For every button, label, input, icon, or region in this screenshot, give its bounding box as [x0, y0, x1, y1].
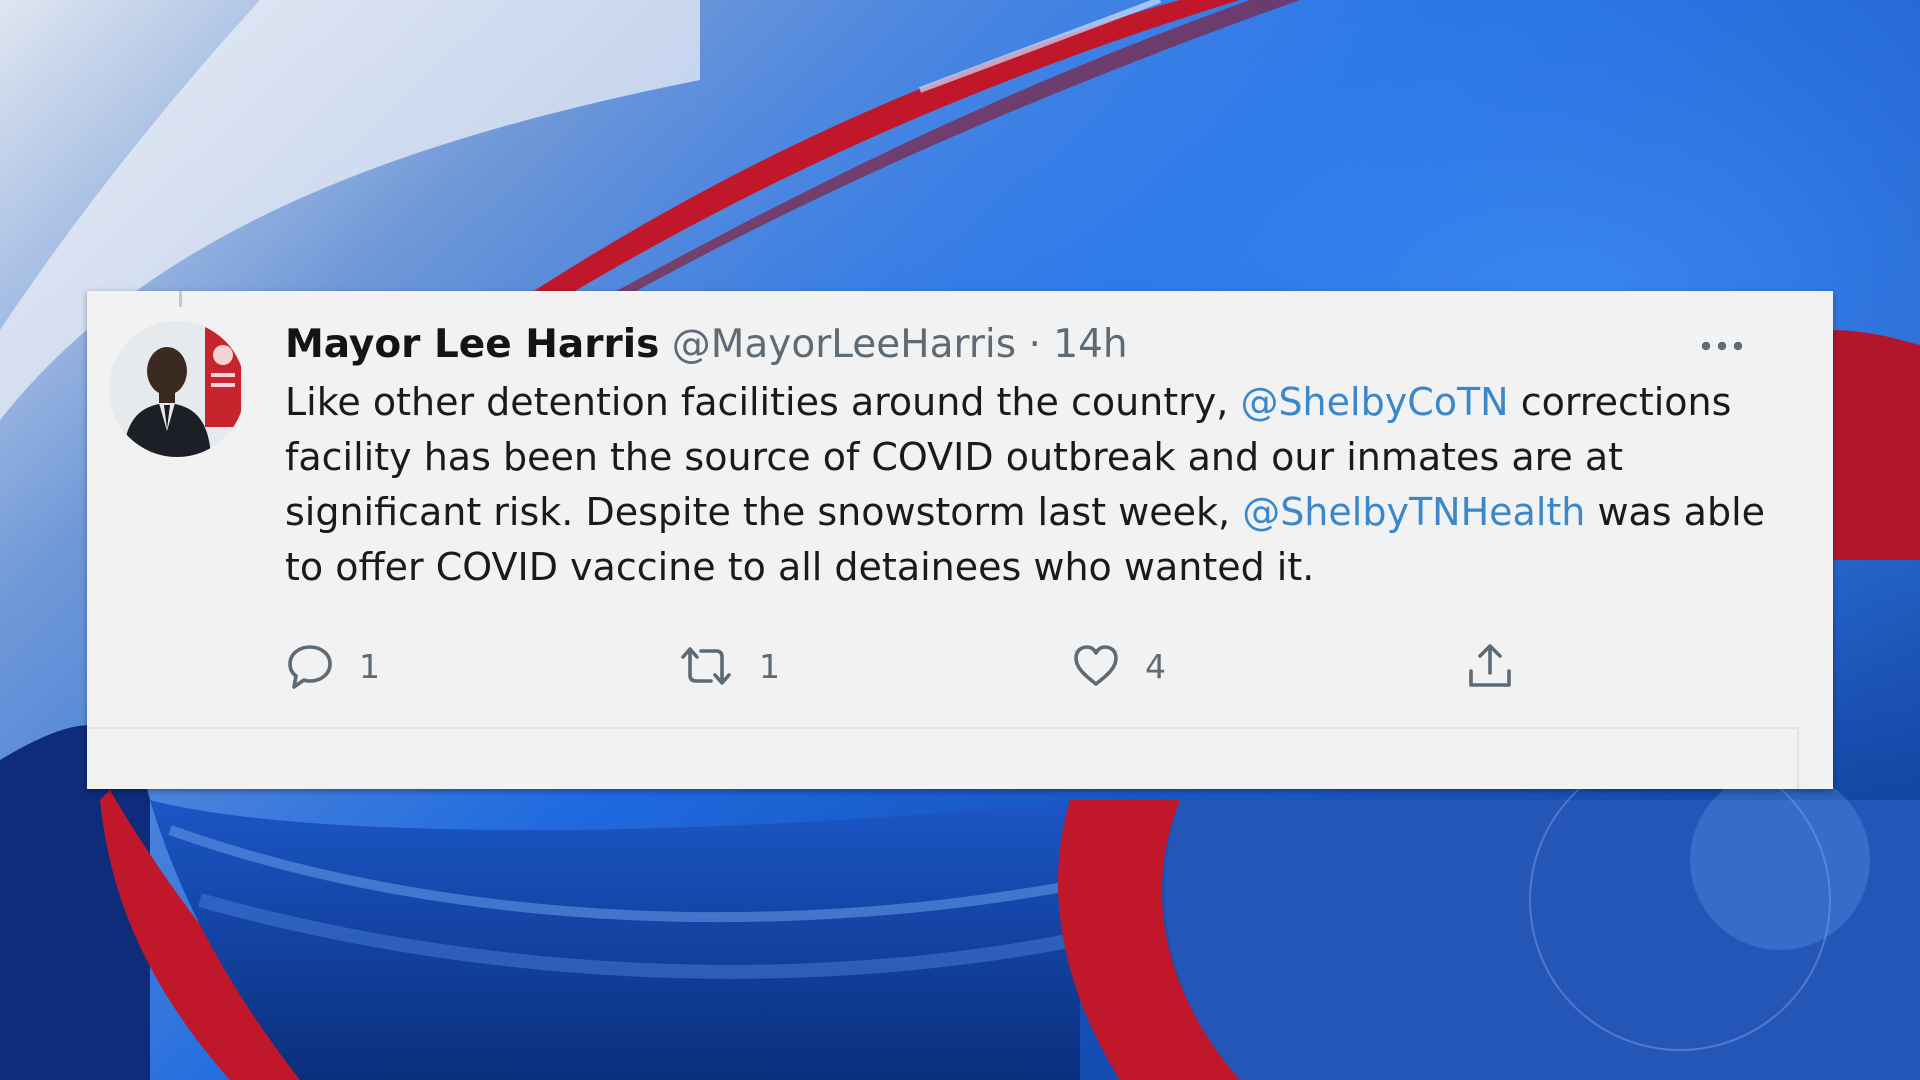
mention-link[interactable]: @ShelbyTNHealth	[1242, 490, 1585, 534]
timestamp[interactable]: 14h	[1053, 322, 1127, 367]
share-button[interactable]	[1465, 636, 1515, 696]
display-name[interactable]: Mayor Lee Harris	[285, 322, 659, 367]
reply-button[interactable]: 1	[285, 636, 380, 696]
card-divider	[87, 727, 1797, 729]
share-icon	[1465, 641, 1515, 691]
heart-icon	[1071, 641, 1121, 691]
tweet-text: Like other detention facilities around t…	[285, 375, 1785, 595]
reply-count: 1	[359, 646, 380, 686]
separator-dot: ·	[1028, 322, 1041, 367]
avatar[interactable]	[109, 321, 245, 457]
retweet-button[interactable]: 1	[677, 636, 780, 696]
mention-link[interactable]: @ShelbyCoTN	[1240, 380, 1508, 424]
card-edge-tick	[179, 291, 182, 307]
more-horizontal-icon	[1697, 331, 1747, 361]
like-button[interactable]: 4	[1071, 636, 1166, 696]
tweet-card: Mayor Lee Harris @MayorLeeHarris · 14h L…	[87, 291, 1833, 789]
card-edge-line	[1797, 727, 1799, 789]
more-options-button[interactable]	[1697, 331, 1747, 361]
tweet-header: Mayor Lee Harris @MayorLeeHarris · 14h	[285, 321, 1128, 369]
tweet-text-part: Like other detention facilities around t…	[285, 380, 1241, 424]
retweet-icon	[677, 641, 735, 691]
reply-icon	[285, 641, 335, 691]
user-handle[interactable]: @MayorLeeHarris	[672, 322, 1016, 367]
like-count: 4	[1145, 646, 1166, 686]
retweet-count: 1	[759, 646, 780, 686]
